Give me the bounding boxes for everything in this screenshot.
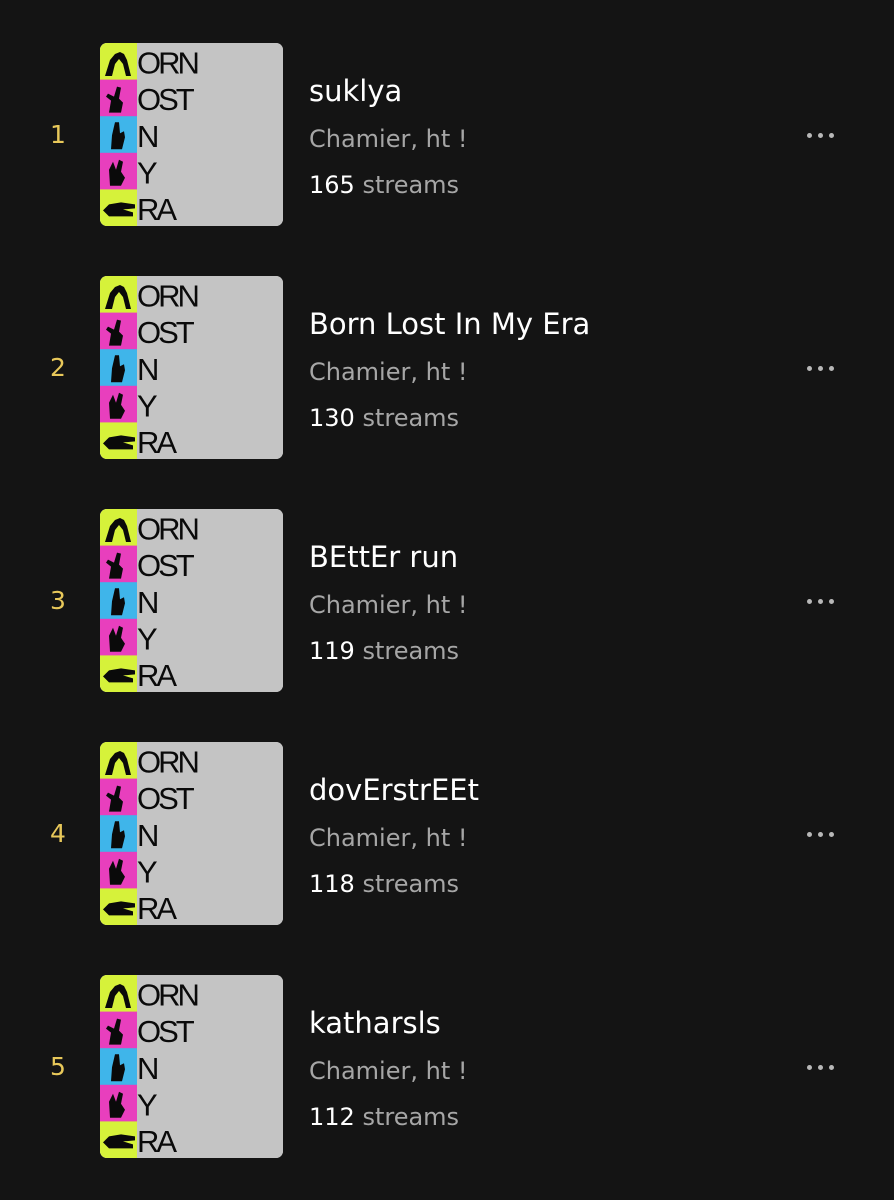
track-artist[interactable]: Chamier, ht ! (309, 1054, 467, 1088)
stream-count: 165 streams (309, 168, 459, 202)
track-artist[interactable]: Chamier, ht ! (309, 588, 467, 622)
cover-text-line: RA (137, 891, 177, 925)
cover-text-line: ORN (137, 46, 198, 81)
cover-text-line: OST (137, 781, 195, 816)
track-title[interactable]: suklya (309, 71, 402, 111)
more-horizontal-icon (806, 831, 812, 837)
track-rank: 1 (50, 120, 66, 149)
track-row[interactable]: 4 ORN OST N Y RA dovErstrEEt Chamier, ht ! 1… (0, 742, 894, 925)
cover-text-line: OST (137, 1014, 195, 1049)
cover-text-line: N (137, 818, 157, 853)
track-rank: 3 (50, 586, 66, 615)
more-options-button[interactable] (796, 117, 844, 153)
cover-text-line: OST (137, 82, 195, 117)
stream-count-number: 165 (309, 171, 355, 199)
stream-count-unit: streams (362, 637, 460, 665)
cover-text-line: Y (137, 1087, 157, 1122)
track-list: 1 ORN OST N Y RA suklya Chamier, ht ! 165 st… (0, 43, 894, 1200)
album-cover-art: ORNOSTNYRA (100, 43, 283, 226)
track-artist[interactable]: Chamier, ht ! (309, 122, 467, 156)
track-title[interactable]: BEttEr run (309, 537, 458, 577)
album-cover-art: ORNOSTNYRA (100, 742, 283, 925)
track-row[interactable]: 3 ORN OST N Y RA BEttEr run Chamier, ht ! 11… (0, 509, 894, 692)
album-cover-art: ORNOSTNYRA (100, 509, 283, 692)
cover-text-line: RA (137, 658, 177, 692)
stream-count: 130 streams (309, 401, 459, 435)
track-row[interactable]: 5 ORN OST N Y RA katharsls Chamier, ht ! 112… (0, 975, 894, 1158)
stream-count-number: 112 (309, 1103, 355, 1131)
stream-count-number: 119 (309, 637, 355, 665)
stream-count-number: 118 (309, 870, 355, 898)
stream-count-unit: streams (362, 1103, 460, 1131)
cover-text-line: N (137, 352, 157, 387)
cover-text-line: N (137, 119, 157, 154)
cover-text-line: ORN (137, 978, 198, 1013)
cover-text-line: OST (137, 548, 195, 583)
cover-text-line: ORN (137, 279, 198, 314)
stream-count: 119 streams (309, 634, 459, 668)
album-cover: ORN OST N Y RA (100, 742, 283, 925)
track-row[interactable]: 2 ORN OST N Y RA Born Lost In My Era Chamier… (0, 276, 894, 459)
cover-text-line: ORN (137, 745, 198, 780)
stream-count-unit: streams (362, 870, 460, 898)
more-options-button[interactable] (796, 350, 844, 386)
album-cover: ORN OST N Y RA (100, 276, 283, 459)
more-options-button[interactable] (796, 1049, 844, 1085)
cover-text-line: OST (137, 315, 195, 350)
stream-count-number: 130 (309, 404, 355, 432)
cover-text-line: N (137, 585, 157, 620)
more-horizontal-icon (806, 598, 812, 604)
stream-count-unit: streams (362, 404, 460, 432)
track-title[interactable]: katharsls (309, 1003, 441, 1043)
track-row[interactable]: 1 ORN OST N Y RA suklya Chamier, ht ! 165 st… (0, 43, 894, 226)
cover-text-line: N (137, 1051, 157, 1086)
album-cover-art: ORNOSTNYRA (100, 975, 283, 1158)
more-horizontal-icon (806, 365, 812, 371)
more-horizontal-icon (806, 132, 812, 138)
track-artist[interactable]: Chamier, ht ! (309, 355, 467, 389)
album-cover: ORN OST N Y RA (100, 509, 283, 692)
track-rank: 2 (50, 353, 66, 382)
track-rank: 4 (50, 819, 66, 848)
cover-text-line: RA (137, 1124, 177, 1158)
cover-text-line: Y (137, 388, 157, 423)
top-tracks-page: 1 ORN OST N Y RA suklya Chamier, ht ! 165 st… (0, 0, 894, 1200)
track-artist[interactable]: Chamier, ht ! (309, 821, 467, 855)
stream-count-unit: streams (362, 171, 460, 199)
album-cover: ORN OST N Y RA (100, 975, 283, 1158)
cover-text-line: RA (137, 425, 177, 459)
cover-text-line: Y (137, 155, 157, 190)
cover-text-line: ORN (137, 512, 198, 547)
more-horizontal-icon (806, 1064, 812, 1070)
stream-count: 118 streams (309, 867, 459, 901)
more-options-button[interactable] (796, 816, 844, 852)
album-cover: ORN OST N Y RA (100, 43, 283, 226)
track-rank: 5 (50, 1052, 66, 1081)
stream-count: 112 streams (309, 1100, 459, 1134)
cover-text-line: Y (137, 854, 157, 889)
track-title[interactable]: Born Lost In My Era (309, 304, 590, 344)
more-options-button[interactable] (796, 583, 844, 619)
track-title[interactable]: dovErstrEEt (309, 770, 479, 810)
cover-text-line: RA (137, 192, 177, 226)
album-cover-art: ORNOSTNYRA (100, 276, 283, 459)
cover-text-line: Y (137, 621, 157, 656)
